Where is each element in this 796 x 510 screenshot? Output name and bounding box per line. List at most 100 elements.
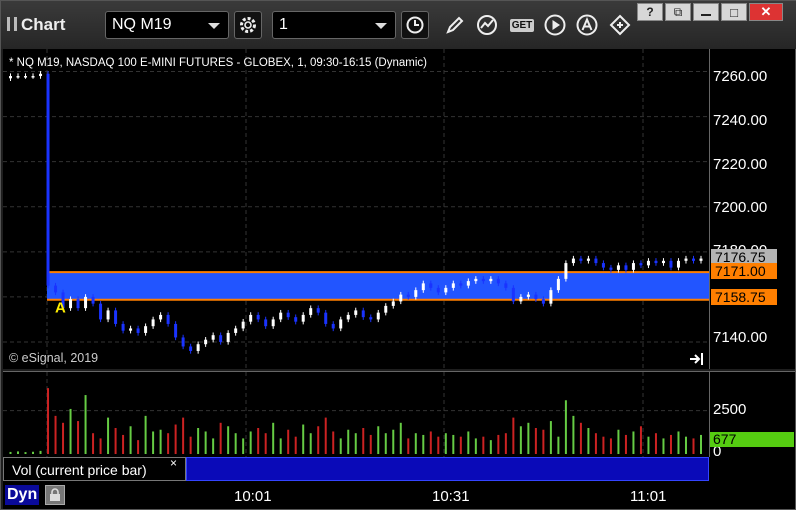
window-title-label: Chart <box>21 15 66 34</box>
range-high-tag: 7171.00 <box>711 263 777 279</box>
candle-body <box>204 339 208 345</box>
play-button[interactable] <box>541 11 569 39</box>
chevron-down-icon <box>375 23 387 29</box>
candle-body <box>234 328 238 333</box>
help-label: ? <box>646 5 654 19</box>
candle-body <box>264 319 268 327</box>
symbol-value: NQ M19 <box>112 16 172 33</box>
candle-body <box>219 335 223 342</box>
clock-icon <box>406 16 424 34</box>
candle-body <box>256 314 260 320</box>
lock-button[interactable] <box>45 485 65 505</box>
price-label: 7260.00 <box>713 68 768 85</box>
candle-body <box>571 258 575 264</box>
price-plot[interactable]: A <box>3 49 709 369</box>
candle-body <box>511 287 515 302</box>
volume-tag: 677 <box>710 432 794 447</box>
candle-body <box>406 294 410 297</box>
window-title[interactable]: Chart <box>7 15 65 35</box>
alert-button[interactable] <box>573 11 601 39</box>
symbol-dropdown[interactable]: NQ M19 <box>105 11 229 39</box>
studies-button[interactable] <box>473 11 501 39</box>
candle-body <box>301 314 305 322</box>
price-label: 7240.00 <box>713 112 768 129</box>
marker-label: A <box>55 300 66 317</box>
volume-label: 2500 <box>713 401 747 418</box>
candle-body <box>399 294 403 302</box>
candle-body <box>159 314 163 320</box>
candle-body <box>601 263 605 268</box>
symbol-info: * NQ M19, NASDAQ 100 E-MINI FUTURES - GL… <box>9 57 427 69</box>
interval-dropdown[interactable]: 1 <box>272 11 396 39</box>
maximize-button[interactable]: □ <box>721 3 747 21</box>
candle-body <box>129 328 133 331</box>
study-icon <box>477 15 497 35</box>
price-label: 7140.00 <box>713 329 768 346</box>
link-button[interactable] <box>606 11 634 39</box>
candle-body <box>136 328 140 333</box>
candle-body <box>151 319 155 327</box>
candle-body <box>384 305 388 313</box>
settings-button[interactable] <box>234 11 262 39</box>
candle-body <box>534 294 538 300</box>
volume-plot[interactable] <box>3 371 709 458</box>
dynamic-button[interactable]: Dyn <box>5 485 40 505</box>
candle-body <box>669 260 673 268</box>
lock-icon <box>50 488 60 501</box>
candle-body <box>286 312 290 318</box>
study-label[interactable]: Vol (current price bar) <box>3 457 186 481</box>
candle-body <box>324 312 328 324</box>
candle-body <box>421 283 425 291</box>
candle-body <box>31 76 35 78</box>
candle-body <box>691 258 695 261</box>
jump-to-end-icon[interactable] <box>689 352 705 366</box>
candle-body <box>181 337 185 347</box>
candle-body <box>429 283 433 288</box>
candle-body <box>24 76 28 78</box>
candle-body <box>279 312 283 320</box>
time-label: 11:01 <box>630 488 667 505</box>
candle-body <box>579 258 583 261</box>
candle-body <box>684 258 688 261</box>
minimize-button[interactable] <box>693 3 719 21</box>
candle-body <box>414 290 418 297</box>
candle-body <box>661 260 665 264</box>
candle-body <box>144 326 148 333</box>
interval-value: 1 <box>279 16 288 33</box>
candle-body <box>631 263 635 270</box>
candle-body <box>646 260 650 266</box>
close-button[interactable]: ✕ <box>749 3 783 21</box>
candle-body <box>316 308 320 313</box>
candle-body <box>211 335 215 340</box>
candle-body <box>106 310 110 320</box>
minimize-icon <box>701 14 711 16</box>
candle-body <box>369 317 373 320</box>
candle-body <box>294 317 298 322</box>
maximize-label: □ <box>730 4 738 20</box>
candle-body <box>489 278 493 282</box>
time-axis[interactable] <box>3 481 795 509</box>
time-button[interactable] <box>401 11 429 39</box>
candle-body <box>346 314 350 320</box>
candle-body <box>624 265 628 270</box>
candle-body <box>91 296 95 304</box>
candle-body <box>466 281 470 286</box>
candle-body <box>676 260 680 268</box>
alert-icon <box>576 14 598 36</box>
candle-body <box>556 278 560 291</box>
get-button[interactable]: GET <box>506 11 538 39</box>
help-button[interactable]: ? <box>637 3 663 21</box>
restore-button[interactable]: ⧉ <box>665 3 691 21</box>
link-icon <box>609 14 631 36</box>
candle-body <box>391 301 395 306</box>
time-label: 10:01 <box>234 488 272 505</box>
candle-body <box>84 296 88 309</box>
candle-body <box>376 312 380 320</box>
grip-icon[interactable] <box>7 17 17 31</box>
draw-tool-button[interactable] <box>441 11 469 39</box>
candle-body <box>526 294 530 297</box>
restore-label: ⧉ <box>673 4 683 19</box>
candle-body <box>354 310 358 315</box>
study-close-button[interactable]: × <box>170 456 177 470</box>
get-label: GET <box>509 18 535 32</box>
